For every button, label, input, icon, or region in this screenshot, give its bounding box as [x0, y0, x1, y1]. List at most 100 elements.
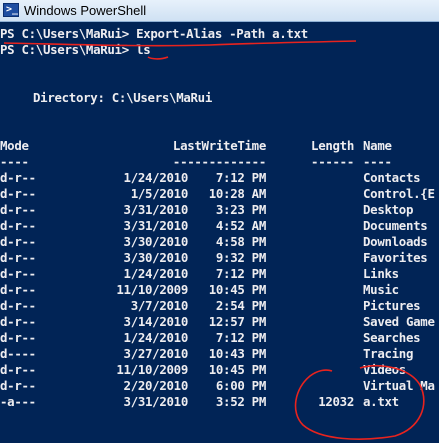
cell-time: 7:12 PM — [215, 170, 266, 185]
cell-name: Music — [363, 282, 399, 297]
cell-name: Control.{E — [363, 186, 435, 201]
cell-name: Videos — [363, 362, 406, 377]
cell-date: 1/24/2010 — [123, 266, 189, 281]
cell-name: Pictures — [363, 298, 421, 313]
powershell-icon: >_ — [3, 3, 19, 17]
underline-lastwritetime: ------------- — [172, 154, 266, 169]
table-row: d-r-- 3/7/2010 2:54 PM Pictures — [0, 298, 435, 314]
cell-time: 4:58 PM — [215, 234, 266, 249]
cell-mode: d-r-- — [0, 234, 36, 249]
cell-date: 3/27/2010 — [123, 346, 189, 361]
cell-name: Documents — [363, 218, 428, 233]
cell-date: 3/31/2010 — [123, 394, 189, 409]
table-row: d-r-- 11/10/2009 10:45 PM Music — [0, 282, 435, 298]
underline-name: ---- — [363, 154, 392, 169]
powershell-window: >_ Windows PowerShell PS C:\Users\MaRui>… — [0, 0, 439, 443]
cell-time: 6:00 PM — [215, 378, 266, 393]
cell-date: 1/5/2010 — [130, 186, 189, 201]
cell-time: 10:45 PM — [208, 362, 267, 377]
cell-date: 3/31/2010 — [123, 202, 189, 217]
cell-mode: d---- — [0, 346, 36, 361]
table-row: d-r-- 1/5/2010 10:28 AM Control.{E — [0, 186, 435, 202]
cell-mode: d-r-- — [0, 378, 36, 393]
header-name: Name — [363, 138, 392, 153]
cell-mode: d-r-- — [0, 362, 36, 377]
cell-date: 1/24/2010 — [123, 330, 189, 345]
table-row: d-r-- 1/24/2010 7:12 PM Contacts — [0, 170, 435, 186]
cell-date: 11/10/2009 — [116, 282, 188, 297]
underline-length: ------ — [311, 154, 354, 169]
command-text: Export-Alias -Path a.txt — [136, 26, 308, 41]
cell-name: Tracing — [363, 346, 414, 361]
console-output: PS C:\Users\MaRui> Export-Alias -Path a.… — [0, 26, 435, 410]
cell-date: 3/14/2010 — [123, 314, 189, 329]
cell-name: Searches — [363, 330, 421, 345]
table-row: d---- 3/27/2010 10:43 PM Tracing — [0, 346, 435, 362]
window-title: Windows PowerShell — [24, 3, 147, 18]
header-mode: Mode — [0, 138, 29, 153]
table-header: Mode LastWriteTime Length Name — [0, 138, 435, 154]
prompt-line: PS C:\Users\MaRui> ls — [0, 42, 435, 58]
cell-time: 10:28 AM — [208, 186, 267, 201]
cell-date: 11/10/2009 — [116, 362, 188, 377]
table-row: d-r-- 3/30/2010 9:32 PM Favorites — [0, 250, 435, 266]
table-row: d-r-- 3/31/2010 3:23 PM Desktop — [0, 202, 435, 218]
cell-mode: d-r-- — [0, 250, 36, 265]
title-bar[interactable]: >_ Windows PowerShell — [0, 0, 439, 22]
cell-time: 3:23 PM — [215, 202, 266, 217]
cell-name: Links — [363, 266, 399, 281]
cell-name: Desktop — [363, 202, 414, 217]
cell-time: 12:57 PM — [208, 314, 267, 329]
cell-mode: d-r-- — [0, 330, 36, 345]
cell-mode: d-r-- — [0, 314, 36, 329]
table-row: -a--- 3/31/2010 3:52 PM 12032 a.txt — [0, 394, 435, 410]
cell-date: 3/7/2010 — [130, 298, 189, 313]
underline-mode: ---- — [0, 154, 29, 169]
cell-mode: d-r-- — [0, 202, 36, 217]
command-text: ls — [136, 42, 151, 57]
cell-name: Favorites — [363, 250, 428, 265]
cell-name: Downloads — [363, 234, 428, 249]
cell-date: 3/30/2010 — [123, 234, 189, 249]
table-row: d-r-- 1/24/2010 7:12 PM Links — [0, 266, 435, 282]
cell-time: 7:12 PM — [215, 330, 266, 345]
prompt-text: PS C:\Users\MaRui> — [0, 42, 129, 57]
cell-name: a.txt — [363, 394, 399, 409]
cell-mode: d-r-- — [0, 170, 36, 185]
console-area[interactable]: PS C:\Users\MaRui> Export-Alias -Path a.… — [0, 22, 439, 443]
cell-time: 7:12 PM — [215, 266, 266, 281]
table-row: d-r-- 11/10/2009 10:45 PM Videos — [0, 362, 435, 378]
prompt-text: PS C:\Users\MaRui> — [0, 26, 129, 41]
table-row: d-r-- 1/24/2010 7:12 PM Searches — [0, 330, 435, 346]
cell-mode: d-r-- — [0, 282, 36, 297]
table-row: d-r-- 3/14/2010 12:57 PM Saved Game — [0, 314, 435, 330]
cell-time: 4:52 AM — [215, 218, 266, 233]
cell-date: 3/30/2010 — [123, 250, 189, 265]
prompt-line: PS C:\Users\MaRui> Export-Alias -Path a.… — [0, 26, 435, 42]
cell-name: Saved Game — [363, 314, 435, 329]
cell-time: 2:54 PM — [215, 298, 266, 313]
cell-date: 1/24/2010 — [123, 170, 189, 185]
cell-mode: d-r-- — [0, 298, 36, 313]
cell-date: 2/20/2010 — [123, 378, 189, 393]
cell-name: Virtual Ma — [363, 378, 435, 393]
header-lastwritetime: LastWriteTime — [172, 138, 266, 153]
cell-mode: d-r-- — [0, 218, 36, 233]
cell-time: 10:45 PM — [208, 282, 267, 297]
cell-time: 3:52 PM — [215, 394, 266, 409]
cell-time: 9:32 PM — [215, 250, 266, 265]
cell-time: 10:43 PM — [208, 346, 267, 361]
directory-line: Directory: C:\Users\MaRui — [33, 90, 212, 105]
cell-mode: d-r-- — [0, 266, 36, 281]
table-row: d-r-- 2/20/2010 6:00 PM Virtual Ma — [0, 378, 435, 394]
cell-name: Contacts — [363, 170, 421, 185]
cell-mode: -a--- — [0, 394, 36, 409]
table-header-underline: ---- ------------- ------ ---- — [0, 154, 435, 170]
cell-length: 12032 — [318, 394, 354, 409]
header-length: Length — [311, 138, 354, 153]
cell-date: 3/31/2010 — [123, 218, 189, 233]
cell-mode: d-r-- — [0, 186, 36, 201]
